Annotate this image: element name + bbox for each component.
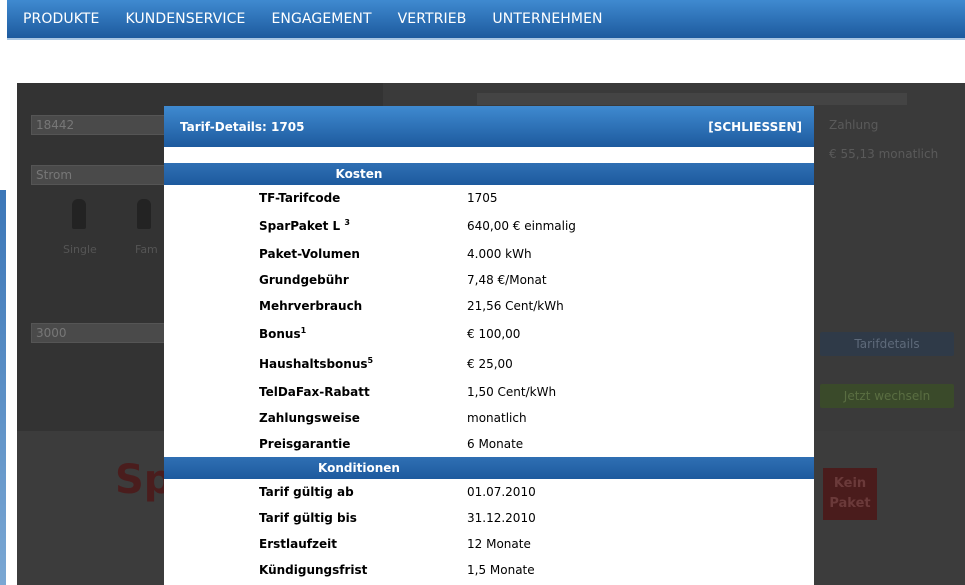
kein-paket-option[interactable]: Kein Paket bbox=[823, 468, 877, 520]
kosten-rows: TF-Tarifcode 1705 SparPaket L 3 640,00 € ei… bbox=[164, 185, 814, 457]
footnote-marker: 3 bbox=[344, 218, 350, 227]
tariff-details-modal: Tarif-Details: 1705 [SCHLIESSEN] Kosten … bbox=[164, 106, 814, 585]
detail-row: Tarif gültig bis 31.12.2010 bbox=[164, 505, 814, 531]
family-person-icon bbox=[137, 199, 151, 229]
close-button[interactable]: [SCHLIESSEN] bbox=[708, 120, 802, 134]
detail-value: 7,48 €/Monat bbox=[467, 273, 547, 287]
detail-row: Paket-Volumen 4.000 kWh bbox=[164, 241, 814, 267]
detail-label: Preisgarantie bbox=[164, 437, 467, 451]
section-header-kosten: Kosten bbox=[164, 163, 814, 185]
detail-label-text: SparPaket L bbox=[259, 219, 345, 233]
consumption-input[interactable]: 3000 bbox=[31, 323, 171, 343]
detail-label-text: Haushaltsbonus bbox=[259, 357, 368, 371]
detail-value: 1,5 Monate bbox=[467, 563, 535, 577]
detail-label: Bonus1 bbox=[164, 326, 467, 342]
detail-label-text: Tarif gültig ab bbox=[259, 485, 354, 499]
detail-label: Zahlungsweise bbox=[164, 411, 467, 425]
detail-value: 1705 bbox=[467, 191, 498, 205]
detail-label-text: Erstlaufzeit bbox=[259, 537, 337, 551]
energy-select[interactable]: Strom bbox=[31, 165, 171, 185]
detail-label: Kündigungsfrist bbox=[164, 563, 467, 577]
detail-row: Preisgarantie 6 Monate bbox=[164, 431, 814, 457]
top-navigation: PRODUKTE KUNDENSERVICE ENGAGEMENT VERTRI… bbox=[7, 0, 965, 40]
detail-label: Paket-Volumen bbox=[164, 247, 467, 261]
detail-label-text: Zahlungsweise bbox=[259, 411, 360, 425]
detail-value: 12 Monate bbox=[467, 537, 531, 551]
detail-row: Tarif gültig ab 01.07.2010 bbox=[164, 479, 814, 505]
detail-label-text: Bonus bbox=[259, 327, 301, 341]
detail-label: Erstlaufzeit bbox=[164, 537, 467, 551]
detail-row: Kündigungsfrist 1,5 Monate bbox=[164, 557, 814, 583]
detail-value: € 100,00 bbox=[467, 327, 521, 341]
detail-label: Mehrverbrauch bbox=[164, 299, 467, 313]
detail-label-text: Tarif gültig bis bbox=[259, 511, 357, 525]
detail-label-text: TF-Tarifcode bbox=[259, 191, 341, 205]
monthly-price: € 55,13 monatlich bbox=[829, 147, 939, 161]
footnote-marker: 5 bbox=[367, 356, 374, 365]
detail-row: SparPaket L 3 640,00 € einmalig bbox=[164, 211, 814, 241]
jetzt-wechseln-button[interactable]: Jetzt wechseln bbox=[820, 384, 954, 408]
detail-label: Grundgebühr bbox=[164, 273, 467, 287]
detail-row: Zahlungsweise monatlich bbox=[164, 405, 814, 431]
payment-label: Zahlung bbox=[829, 118, 879, 132]
detail-value: 31.12.2010 bbox=[467, 511, 536, 525]
nav-item-kundenservice[interactable]: KUNDENSERVICE bbox=[126, 11, 246, 27]
detail-label-text: Paket-Volumen bbox=[259, 247, 360, 261]
detail-row: Haushaltsbonus5 € 25,00 bbox=[164, 349, 814, 379]
modal-header: Tarif-Details: 1705 [SCHLIESSEN] bbox=[164, 106, 814, 147]
modal-title: Tarif-Details: 1705 bbox=[180, 119, 305, 134]
tarifdetails-button[interactable]: Tarifdetails bbox=[820, 332, 954, 356]
detail-label: Tarif gültig bis bbox=[164, 511, 467, 525]
detail-value: 4.000 kWh bbox=[467, 247, 532, 261]
detail-label: Tarif gültig ab bbox=[164, 485, 467, 499]
detail-value: 21,56 Cent/kWh bbox=[467, 299, 564, 313]
section-header-konditionen: Konditionen bbox=[164, 457, 814, 479]
detail-label-text: Kündigungsfrist bbox=[259, 563, 368, 577]
detail-row: TF-Tarifcode 1705 bbox=[164, 185, 814, 211]
nav-item-vertrieb[interactable]: VERTRIEB bbox=[398, 11, 467, 27]
detail-label-text: Mehrverbrauch bbox=[259, 299, 363, 313]
detail-label-text: Grundgebühr bbox=[259, 273, 349, 287]
detail-value: 1,50 Cent/kWh bbox=[467, 385, 557, 399]
detail-label-text: Preisgarantie bbox=[259, 437, 351, 451]
person-label-single: Single bbox=[63, 243, 97, 256]
left-accent-strip bbox=[0, 190, 6, 585]
nav-item-engagement[interactable]: ENGAGEMENT bbox=[271, 11, 371, 27]
detail-value: 640,00 € einmalig bbox=[467, 219, 576, 233]
detail-row: Grundgebühr 7,48 €/Monat bbox=[164, 267, 814, 293]
detail-row: TelDaFax-Rabatt 1,50 Cent/kWh bbox=[164, 379, 814, 405]
background-heading-bar bbox=[477, 93, 907, 105]
detail-value: 6 Monate bbox=[467, 437, 524, 451]
single-person-icon bbox=[72, 199, 86, 229]
detail-label-text: TelDaFax-Rabatt bbox=[259, 385, 370, 399]
nav-item-unternehmen[interactable]: UNTERNEHMEN bbox=[492, 11, 602, 27]
konditionen-rows: Tarif gültig ab 01.07.2010 Tarif gültig bi… bbox=[164, 479, 814, 583]
person-label-family: Fam bbox=[135, 243, 158, 256]
detail-value: € 25,00 bbox=[467, 357, 513, 371]
detail-row: Erstlaufzeit 12 Monate bbox=[164, 531, 814, 557]
detail-row: Mehrverbrauch 21,56 Cent/kWh bbox=[164, 293, 814, 319]
detail-label: TF-Tarifcode bbox=[164, 191, 467, 205]
postcode-input[interactable]: 18442 bbox=[31, 115, 171, 135]
detail-row: Bonus1 € 100,00 bbox=[164, 319, 814, 349]
footnote-marker: 1 bbox=[300, 326, 307, 335]
detail-label: Haushaltsbonus5 bbox=[164, 356, 467, 372]
nav-item-produkte[interactable]: PRODUKTE bbox=[23, 11, 100, 27]
detail-value: monatlich bbox=[467, 411, 527, 425]
detail-label: SparPaket L 3 bbox=[164, 218, 467, 234]
detail-value: 01.07.2010 bbox=[467, 485, 536, 499]
detail-label: TelDaFax-Rabatt bbox=[164, 385, 467, 399]
